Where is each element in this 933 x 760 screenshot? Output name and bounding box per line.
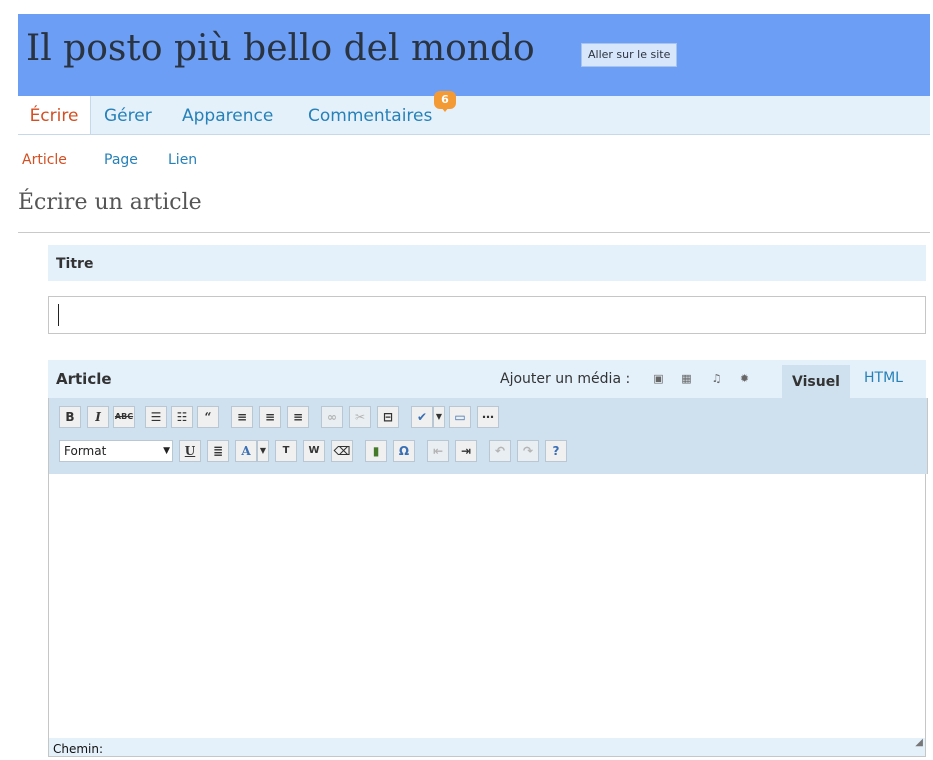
submenu-article[interactable]: Article [22,152,67,168]
italic-icon[interactable]: I [87,406,109,428]
media-embed-icon[interactable]: ▮ [365,440,387,462]
add-gallery-icon[interactable]: ▦ [680,373,693,385]
redo-icon[interactable]: ↷ [517,440,539,462]
title-box-header: Titre [48,245,926,281]
more-icon[interactable]: ⊟ [377,406,399,428]
undo-icon[interactable]: ↶ [489,440,511,462]
site-title: Il posto più bello del mondo [26,28,535,69]
chevron-down-icon: ▼ [163,446,170,456]
add-audio-icon[interactable]: ♫ [710,373,723,385]
paste-word-icon[interactable]: W [303,440,325,462]
menu-tab-ecrire[interactable]: Écrire [18,96,91,134]
divider [18,232,930,233]
bullet-list-icon[interactable]: ☰ [145,406,167,428]
outdent-icon[interactable]: ⇤ [427,440,449,462]
remove-format-icon[interactable]: ⌫ [331,440,353,462]
add-media-icon[interactable]: ✹ [738,373,751,385]
menu-tab-commentaires[interactable]: Commentaires [308,96,432,134]
submenu-lien[interactable]: Lien [168,152,197,168]
editor-label: Article [56,370,112,388]
help-icon[interactable]: ? [545,440,567,462]
text-color-icon[interactable]: A [235,440,257,462]
spellcheck-dropdown-icon[interactable]: ▼ [433,406,445,428]
kitchen-sink-icon[interactable]: ⋯ [477,406,499,428]
align-center-icon[interactable]: ≡ [259,406,281,428]
editor-header: Article Ajouter un média : ▣ ▦ ♫ ✹ Visue… [48,360,926,398]
tab-html[interactable]: HTML [864,370,903,386]
numbered-list-icon[interactable]: ☷ [171,406,193,428]
paste-text-icon[interactable]: T [275,440,297,462]
underline-icon[interactable]: U [179,440,201,462]
text-color-dropdown-icon[interactable]: ▼ [257,440,269,462]
site-header: Il posto più bello del mondo Aller sur l… [18,14,930,96]
editor-content-area[interactable] [48,474,926,739]
editor-toolbar: B I ABC ☰ ☷ “ ≡ ≡ ≡ ∞ ✂ ⊟ ✔ ▼ ▭ ⋯ Format… [48,398,928,474]
comments-count-badge: 6 [434,91,456,112]
format-select[interactable]: Format ▼ [59,440,173,462]
add-media-label: Ajouter un média : [500,371,631,387]
strikethrough-icon[interactable]: ABC [113,406,135,428]
visit-site-button[interactable]: Aller sur le site [581,43,678,67]
tab-visuel[interactable]: Visuel [782,365,850,398]
resize-handle-icon[interactable]: ◢ [911,732,923,754]
align-right-icon[interactable]: ≡ [287,406,309,428]
editor-path-bar: Chemin: ◢ [48,737,926,757]
blockquote-icon[interactable]: “ [197,406,219,428]
justify-icon[interactable]: ≣ [207,440,229,462]
main-menu: Écrire Gérer Apparence Commentaires [18,96,930,135]
title-input[interactable] [48,296,926,334]
text-caret [58,304,59,326]
path-label: Chemin: [53,742,104,756]
link-icon[interactable]: ∞ [321,406,343,428]
bold-icon[interactable]: B [59,406,81,428]
indent-icon[interactable]: ⇥ [455,440,477,462]
unlink-icon[interactable]: ✂ [349,406,371,428]
submenu-page[interactable]: Page [104,152,138,168]
add-image-icon[interactable]: ▣ [652,373,665,385]
menu-tab-apparence[interactable]: Apparence [182,96,273,134]
align-left-icon[interactable]: ≡ [231,406,253,428]
special-char-icon[interactable]: Ω [393,440,415,462]
spellcheck-icon[interactable]: ✔ [411,406,433,428]
menu-tab-gerer[interactable]: Gérer [104,96,152,134]
page-title: Écrire un article [18,190,202,215]
fullscreen-icon[interactable]: ▭ [449,406,471,428]
